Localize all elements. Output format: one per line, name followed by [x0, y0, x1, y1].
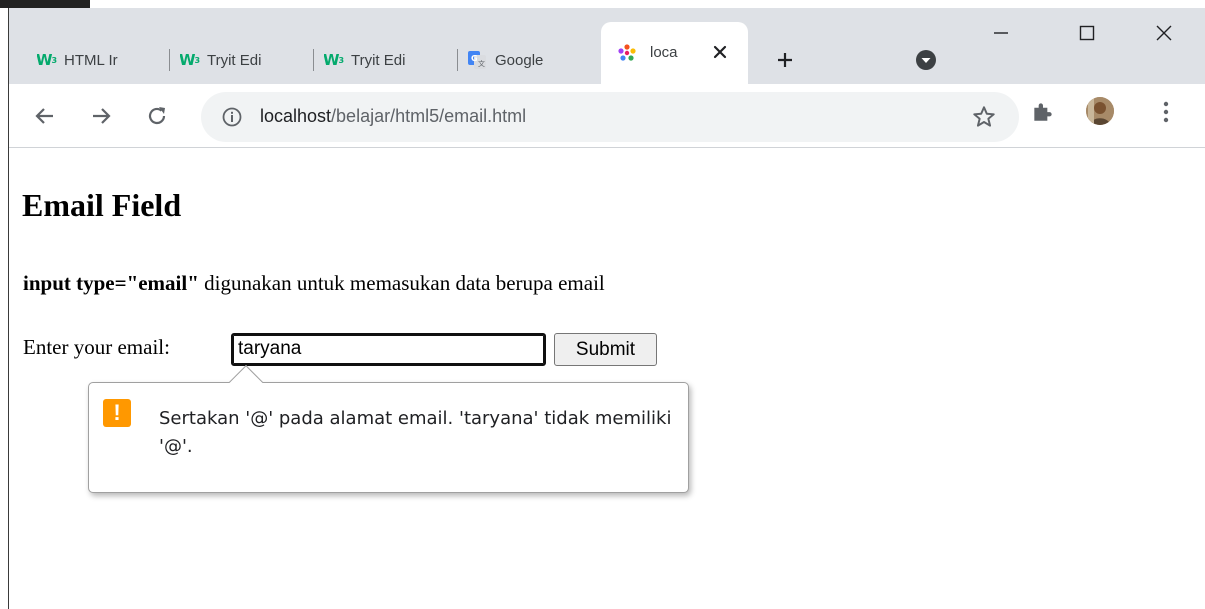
tab-separator [457, 49, 458, 71]
window-edge-top [0, 0, 90, 8]
google-translate-icon: G 文 [468, 51, 486, 69]
tab-title: HTML Ir [64, 51, 118, 69]
arrow-left-icon [35, 108, 53, 124]
url-text[interactable]: localhost/belajar/html5/email.html [260, 106, 526, 127]
warning-icon: ! [103, 399, 131, 427]
maximize-button[interactable] [1058, 8, 1116, 58]
tab-strip: W3 HTML Ir W3 Tryit Edi W3 Tryit Edi G 文… [9, 8, 1205, 84]
maximize-icon [1079, 25, 1095, 41]
tab-separator [169, 49, 170, 71]
submit-button[interactable]: Submit [554, 333, 657, 366]
tab-title: Google [495, 51, 544, 69]
w3schools-icon: W3 [37, 51, 57, 69]
code-text: input type="email" [23, 271, 199, 295]
w3schools-icon: W3 [180, 51, 200, 69]
w3schools-icon: W3 [324, 51, 344, 69]
extensions-puzzle-icon[interactable] [1030, 98, 1056, 124]
reload-icon [148, 107, 166, 125]
page-description: input type="email" digunakan untuk memas… [23, 271, 605, 296]
email-label: Enter your email: [23, 335, 170, 359]
minimize-icon [994, 32, 1008, 34]
arrow-right-icon [93, 108, 111, 124]
tab-title: loca [650, 44, 678, 61]
window-edge [0, 0, 9, 609]
description-text: digunakan untuk memasukan data berupa em… [198, 271, 605, 295]
forward-button[interactable] [85, 100, 117, 132]
tab-html-intro[interactable]: W3 HTML Ir [37, 40, 169, 80]
tab-title: Tryit Edi [207, 51, 262, 69]
tab-tryit-editor-2[interactable]: W3 Tryit Edi [324, 40, 456, 80]
svg-text:G: G [471, 54, 478, 63]
kebab-menu-icon[interactable] [1156, 98, 1176, 126]
reload-button[interactable] [141, 100, 173, 132]
close-icon [1156, 25, 1172, 41]
tab-search-button[interactable] [915, 49, 937, 71]
address-bar[interactable]: localhost/belajar/html5/email.html [201, 92, 1019, 142]
close-window-button[interactable] [1135, 8, 1193, 58]
chevron-down-circle-icon [916, 50, 936, 70]
tab-localhost-active[interactable]: loca [601, 22, 748, 84]
browser-chrome: W3 HTML Ir W3 Tryit Edi W3 Tryit Edi G 文… [9, 8, 1205, 148]
validation-message: Sertakan '@' pada alamat email. 'taryana… [159, 408, 672, 457]
tab-separator [313, 49, 314, 71]
tab-google-translate[interactable]: G 文 Google [468, 40, 596, 80]
svg-text:文: 文 [478, 59, 485, 68]
browser-toolbar: localhost/belajar/html5/email.html [9, 84, 1205, 148]
email-field[interactable]: taryana [231, 333, 546, 366]
avatar[interactable] [1086, 97, 1114, 125]
tooltip-arrow [229, 365, 263, 399]
back-button[interactable] [29, 100, 61, 132]
new-tab-button[interactable] [769, 44, 801, 76]
plus-icon [778, 53, 792, 67]
minimize-button[interactable] [972, 8, 1030, 58]
validation-tooltip: ! Sertakan '@' pada alamat email. 'tarya… [88, 365, 689, 493]
tab-title: Tryit Edi [351, 51, 406, 69]
close-tab-icon[interactable] [708, 40, 732, 64]
page-title: Email Field [22, 187, 182, 223]
info-icon[interactable] [221, 106, 243, 128]
localhost-icon [618, 44, 636, 62]
tab-tryit-editor-1[interactable]: W3 Tryit Edi [180, 40, 312, 80]
page-content: Email Field input type="email" digunakan… [9, 149, 1205, 609]
bookmark-star-icon[interactable] [971, 104, 997, 130]
